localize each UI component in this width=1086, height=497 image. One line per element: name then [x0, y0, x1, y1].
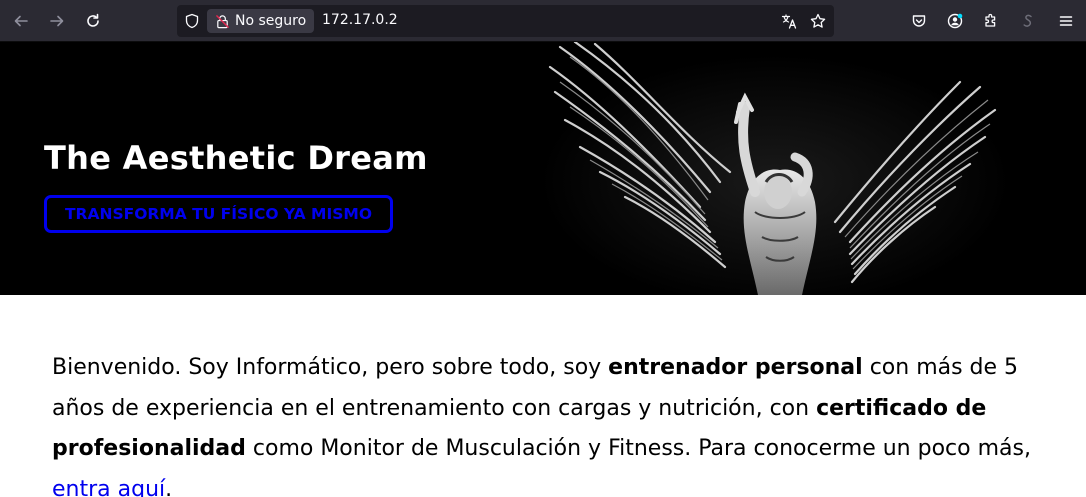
security-label: No seguro [235, 13, 307, 29]
translate-button[interactable] [779, 11, 799, 31]
forward-button[interactable] [43, 7, 71, 35]
back-icon [14, 15, 28, 27]
translate-icon [781, 14, 797, 29]
intro-text-1: Bienvenido. Soy Informático, pero sobre … [52, 355, 609, 380]
menu-button[interactable] [1052, 7, 1080, 35]
menu-icon [1059, 16, 1073, 26]
transform-cta-button[interactable]: TRANSFORMA TU FÍSICO YA MISMO [44, 195, 393, 233]
shield-icon[interactable] [184, 13, 200, 29]
hero-title: The Aesthetic Dream [44, 139, 428, 177]
bookmark-star-icon [810, 13, 826, 28]
extensions-button[interactable] [977, 7, 1005, 35]
intro-text-4: . [165, 476, 173, 497]
sync-icon [1023, 14, 1032, 27]
reload-button[interactable] [79, 7, 107, 35]
site-security-button[interactable]: No seguro [207, 9, 314, 33]
back-button[interactable] [7, 7, 35, 35]
intro-paragraph: Bienvenido. Soy Informático, pero sobre … [52, 348, 1052, 497]
account-button[interactable] [941, 7, 969, 35]
browser-toolbar: No seguro 172.17.0.2 [0, 0, 1086, 42]
insecure-lock-icon [216, 14, 229, 28]
intro-bold-trainer: entrenador personal [608, 355, 863, 380]
about-me-link[interactable]: entra aquí [52, 477, 165, 497]
pocket-button[interactable] [905, 7, 933, 35]
winged-figure-illustration [540, 42, 1010, 295]
pocket-icon [912, 15, 926, 27]
sync-extension-button[interactable] [1014, 7, 1042, 35]
extensions-icon [985, 13, 996, 27]
forward-icon [50, 15, 64, 27]
reload-icon [87, 13, 99, 27]
intro-text-3: como Monitor de Musculación y Fitness. P… [245, 436, 1031, 461]
url-text[interactable]: 172.17.0.2 [322, 12, 398, 28]
hero-banner: The Aesthetic Dream TRANSFORMA TU FÍSICO… [0, 42, 1086, 295]
bookmark-button[interactable] [808, 11, 828, 31]
account-icon [947, 13, 963, 29]
address-bar[interactable]: No seguro 172.17.0.2 [177, 5, 834, 37]
